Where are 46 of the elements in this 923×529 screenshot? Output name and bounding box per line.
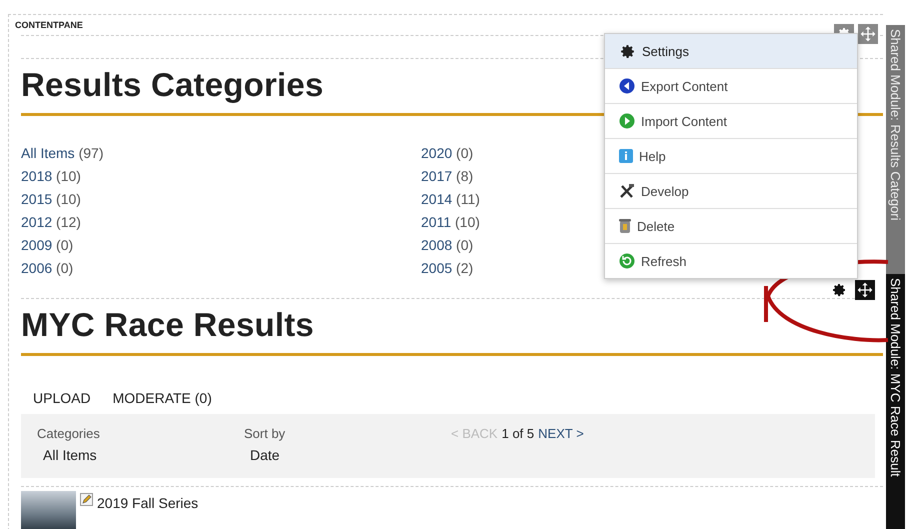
- category-link[interactable]: 2015 (10): [21, 191, 81, 207]
- filter-label: Categories: [37, 426, 101, 441]
- menu-item[interactable]: Develop: [605, 174, 857, 209]
- move-icon: [857, 282, 873, 298]
- category-link[interactable]: 2005 (2): [421, 260, 474, 276]
- category-link[interactable]: 2020 (0): [421, 145, 474, 161]
- module-side-label: Shared Module: MYC Race Result: [886, 274, 905, 529]
- refresh-icon: [619, 253, 635, 269]
- export-icon: [619, 78, 635, 94]
- gear-icon: [619, 42, 636, 60]
- pane-label: CONTENTPANE: [15, 20, 86, 30]
- category-link[interactable]: 2011 (10): [421, 214, 480, 230]
- module-title: Results Categories: [21, 65, 324, 105]
- category-link[interactable]: 2006 (0): [21, 260, 74, 276]
- category-link[interactable]: 2018 (10): [21, 168, 81, 184]
- action-link[interactable]: UPLOAD: [33, 390, 91, 406]
- move-icon: [860, 26, 876, 42]
- help-icon: [619, 149, 633, 163]
- next-link[interactable]: NEXT >: [538, 426, 584, 441]
- filter-value[interactable]: All Items: [37, 447, 244, 463]
- category-link[interactable]: 2014 (11): [421, 191, 480, 207]
- photo-placeholder: [21, 491, 76, 529]
- gear-icon: [831, 282, 847, 298]
- module-side-label: Shared Module: Results Categori: [886, 25, 905, 274]
- category-link[interactable]: 2009 (0): [21, 237, 74, 253]
- menu-item[interactable]: Import Content: [605, 104, 857, 139]
- category-link[interactable]: All Items (97): [21, 145, 104, 161]
- move-button[interactable]: [855, 280, 875, 300]
- menu-item[interactable]: Help: [605, 139, 857, 174]
- menu-item[interactable]: Delete: [605, 209, 857, 244]
- menu-item[interactable]: Refresh: [605, 244, 857, 278]
- filter-label: Sort by: [244, 426, 286, 441]
- category-link[interactable]: 2017 (8): [421, 168, 474, 184]
- filter-value[interactable]: Date: [244, 447, 451, 463]
- trash-icon: [619, 218, 631, 234]
- page-position: 1 of 5: [502, 426, 534, 441]
- module-title: MYC Race Results: [21, 305, 314, 345]
- edit-icon[interactable]: [80, 493, 93, 506]
- tools-icon: [619, 183, 635, 199]
- menu-item[interactable]: Settings: [605, 34, 857, 69]
- category-link[interactable]: 2012 (12): [21, 214, 81, 230]
- result-title[interactable]: 2019 Fall Series: [97, 491, 198, 529]
- menu-item[interactable]: Export Content: [605, 69, 857, 104]
- action-link[interactable]: MODERATE (0): [112, 390, 212, 406]
- import-icon: [619, 113, 635, 129]
- category-link[interactable]: 2008 (0): [421, 237, 474, 253]
